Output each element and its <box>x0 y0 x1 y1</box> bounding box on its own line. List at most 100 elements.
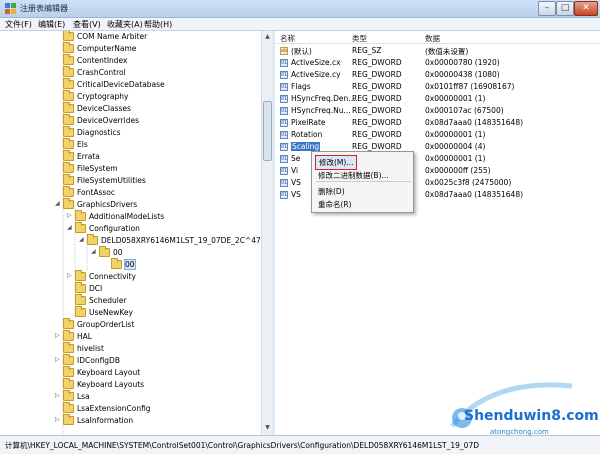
collapsed-arrow-icon[interactable]: ▷ <box>55 392 60 399</box>
context-modify-binary[interactable]: 修改二进制数据(B)... <box>318 170 389 181</box>
expanded-arrow-icon[interactable]: ◢ <box>91 248 96 255</box>
value-row[interactable]: 01 ActiveSize.cy REG_DWORD 0x00000438 (1080… <box>275 69 600 81</box>
header-divider <box>275 43 600 44</box>
close-icon: ✕ <box>582 3 590 13</box>
tree-item-label: Cryptography <box>77 92 129 101</box>
tree-item-label: Diagnostics <box>77 128 121 137</box>
value-row[interactable]: 01 HSyncFreq.Nu... REG_DWORD 0x000107ac (67… <box>275 105 600 117</box>
folder-icon <box>111 258 122 269</box>
value-name: Rotation <box>291 130 323 139</box>
expanded-arrow-icon[interactable]: ◢ <box>55 200 60 207</box>
tree-item-label: GroupOrderList <box>77 320 135 329</box>
folder-icon <box>63 414 74 425</box>
folder-icon <box>87 234 98 245</box>
maximize-button[interactable]: □ <box>556 1 574 16</box>
folder-icon <box>63 186 74 197</box>
value-row[interactable]: 01 Rotation REG_DWORD 0x00000001 (1) <box>275 129 600 141</box>
menu-file[interactable]: 文件(F) <box>5 19 32 30</box>
folder-icon <box>75 306 86 317</box>
scroll-up-icon[interactable]: ▲ <box>263 33 272 42</box>
maximize-icon: □ <box>560 3 570 13</box>
dword-value-icon: 01 <box>280 83 288 91</box>
tree-item-label: FileSystemUtilities <box>77 176 146 185</box>
value-data: 0x00000438 (1080) <box>425 70 500 79</box>
collapsed-arrow-icon[interactable]: ▷ <box>67 272 72 279</box>
expanded-arrow-icon[interactable]: ◢ <box>67 224 72 231</box>
collapsed-arrow-icon[interactable]: ▷ <box>55 332 60 339</box>
folder-icon <box>99 246 110 257</box>
watermark-text: Shenduwin8.com <box>464 408 599 424</box>
tree-item-label: Els <box>77 140 88 149</box>
menu-help[interactable]: 帮助(H) <box>144 19 172 30</box>
tree-item-label: Keyboard Layout <box>77 368 141 377</box>
context-delete[interactable]: 删除(D) <box>318 186 345 197</box>
collapsed-arrow-icon[interactable]: ▷ <box>55 356 60 363</box>
dword-value-icon: 01 <box>280 155 288 163</box>
tree-item-label: ContentIndex <box>77 56 128 65</box>
scroll-thumb[interactable] <box>263 101 272 161</box>
string-value-icon: ab <box>280 47 288 55</box>
dword-value-icon: 01 <box>280 143 288 151</box>
value-data: 0x08d7aaa0 (148351648) <box>425 190 524 199</box>
value-name: PixelRate <box>291 118 326 127</box>
value-row[interactable]: ab (默认) REG_SZ (数值未设置) <box>275 45 600 57</box>
value-type: REG_DWORD <box>352 142 402 151</box>
tree-item-label: LsaExtensionConfig <box>77 404 151 413</box>
value-data: 0x000000ff (255) <box>425 166 491 175</box>
folder-icon <box>63 90 74 101</box>
folder-icon <box>75 210 86 221</box>
value-type: REG_DWORD <box>352 94 402 103</box>
value-data: 0x00000001 (1) <box>425 94 486 103</box>
minimize-button[interactable]: – <box>538 1 556 16</box>
close-button[interactable]: ✕ <box>574 1 598 16</box>
collapsed-arrow-icon[interactable]: ▷ <box>67 212 72 219</box>
value-name: HSyncFreq.Nu... <box>291 106 351 115</box>
title-bar: 注册表编辑器 – □ ✕ <box>0 0 600 18</box>
folder-icon <box>63 66 74 77</box>
value-row[interactable]: 01 HSyncFreq.Den... REG_DWORD 0x00000001 (1… <box>275 93 600 105</box>
tree-item-label: DeviceClasses <box>77 104 131 113</box>
collapsed-arrow-icon[interactable]: ▷ <box>55 416 60 423</box>
tree-item-label: Keyboard Layouts <box>77 380 145 389</box>
menu-edit[interactable]: 编辑(E) <box>38 19 65 30</box>
value-data: 0x00000004 (4) <box>425 142 486 151</box>
dword-value-icon: 01 <box>280 107 288 115</box>
tree-item-label: Configuration <box>89 224 140 233</box>
dword-value-icon: 01 <box>280 59 288 67</box>
folder-icon <box>63 330 74 341</box>
value-name: Flags <box>291 82 311 91</box>
expanded-arrow-icon[interactable]: ◢ <box>79 236 84 243</box>
value-type: REG_SZ <box>352 46 382 55</box>
dword-value-icon: 01 <box>280 167 288 175</box>
context-menu: 修改(M)... 修改二进制数据(B)... 删除(D) 重命名(R) <box>311 151 414 213</box>
value-name: Vi <box>291 166 299 175</box>
tree-scrollbar[interactable]: ▲ ▼ <box>261 31 272 435</box>
value-row[interactable]: 01 PixelRate REG_DWORD 0x08d7aaa0 (14835164… <box>275 117 600 129</box>
folder-icon <box>63 390 74 401</box>
folder-icon <box>63 42 74 53</box>
value-row[interactable]: 01 ActiveSize.cx REG_DWORD 0x00000780 (1920… <box>275 57 600 69</box>
context-modify[interactable]: 修改(M)... <box>315 155 358 170</box>
value-type: REG_DWORD <box>352 118 402 127</box>
value-row[interactable]: 01 Flags REG_DWORD 0x0101ff87 (16908167) <box>275 81 600 93</box>
tree-item-label: 00 <box>124 259 136 270</box>
tree-item-label: FontAssoc <box>77 188 115 197</box>
value-type: REG_DWORD <box>352 106 402 115</box>
folder-icon <box>63 126 74 137</box>
folder-icon <box>63 162 74 173</box>
value-name: VS <box>291 178 301 187</box>
menu-view[interactable]: 查看(V) <box>73 19 101 30</box>
value-data: (数值未设置) <box>425 47 469 56</box>
tree-item-label: CrashControl <box>77 68 126 77</box>
scroll-down-icon[interactable]: ▼ <box>263 424 272 433</box>
context-rename[interactable]: 重命名(R) <box>318 199 352 210</box>
tree-item-label: COM Name Arbiter <box>77 32 148 41</box>
value-name: (默认) <box>291 47 312 56</box>
menu-favorites[interactable]: 收藏夹(A) <box>107 19 143 30</box>
tree-item-label: Connectivity <box>89 272 136 281</box>
folder-icon <box>75 294 86 305</box>
folder-icon <box>63 102 74 113</box>
folder-icon <box>63 366 74 377</box>
folder-icon <box>63 174 74 185</box>
folder-icon <box>63 114 74 125</box>
